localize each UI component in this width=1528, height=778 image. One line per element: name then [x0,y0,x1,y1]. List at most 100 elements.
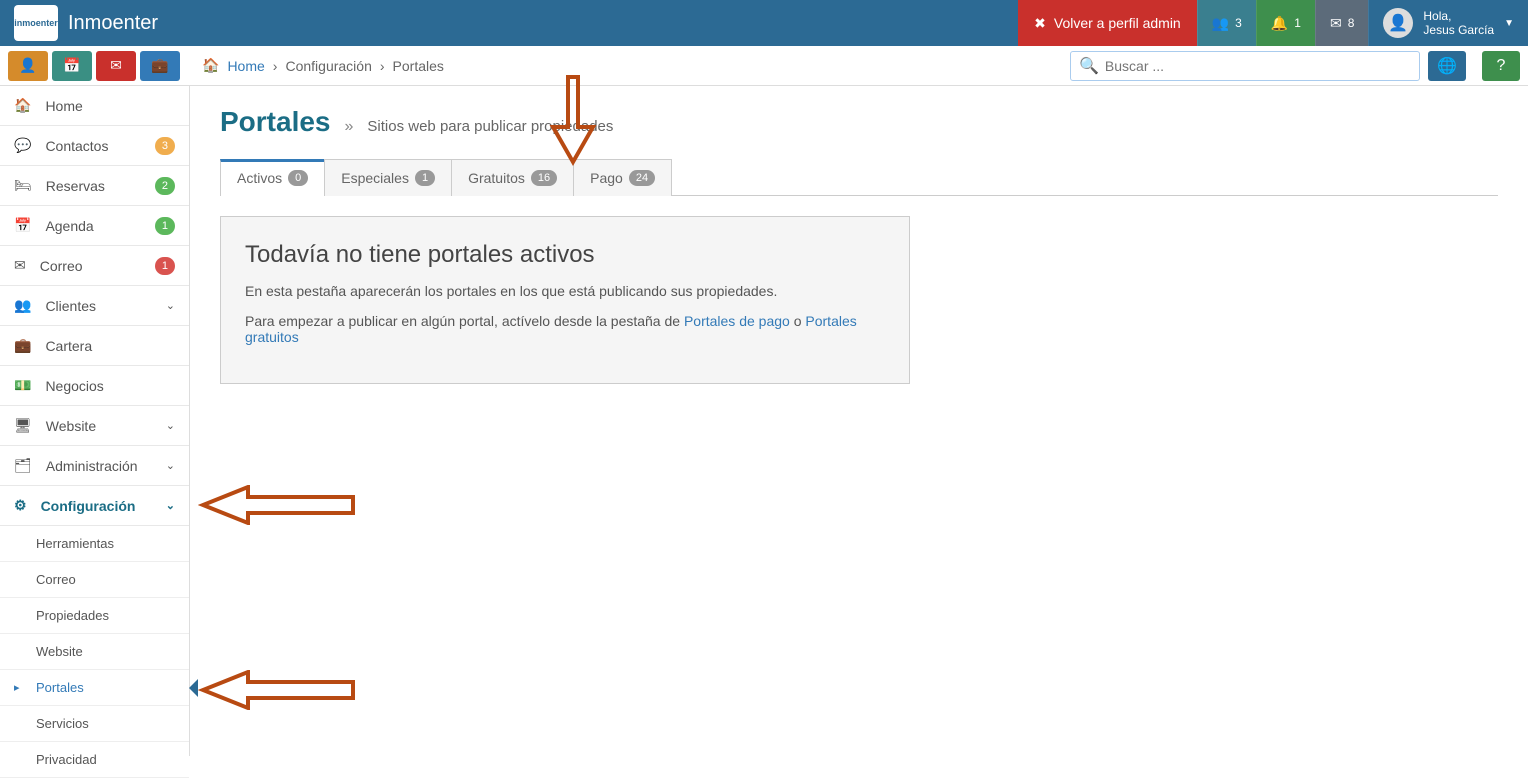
sidebar-item-agenda[interactable]: 📅 Agenda 1 [0,206,189,246]
sidebar-item-correo[interactable]: ✉Correo1 [0,246,189,286]
top-mail-button[interactable]: ✉ 8 [1315,0,1368,46]
users-icon: 👥 [14,297,31,314]
panel-text: Para empezar a publicar en algún portal,… [245,313,684,329]
quick-briefcase-button[interactable]: 💼 [140,51,180,81]
panel-heading: Todavía no tiene portales activos [245,241,885,269]
sidebar-item-contactos[interactable]: 💬 Contactos 3 [0,126,189,166]
envelope-icon: ✉ [110,57,122,74]
sidebar-sub-propiedades[interactable]: Propiedades [0,598,189,634]
envelope-icon: ✉ [14,257,26,274]
tab-count: 16 [531,170,557,186]
envelope-icon: ✉ [1330,15,1342,32]
sidebar-sub-label: Website [36,644,83,659]
sidebar-item-cartera[interactable]: 💼 Cartera [0,326,189,366]
breadcrumb-home[interactable]: Home [227,58,264,74]
sidebar-sub-label: Privacidad [36,752,97,767]
user-greet: Hola, [1423,9,1494,23]
breadcrumb-level1: Configuración [285,58,371,74]
sidebar-sub-label: Propiedades [36,608,109,623]
users-icon: 👥 [1212,15,1229,32]
sidebar-item-label: Clientes [45,298,96,314]
sidebar-sub-label: Herramientas [36,536,114,551]
calendar-icon: 📅 [14,217,31,234]
sidebar-item-negocios[interactable]: 💵 Negocios [0,366,189,406]
sidebar-item-home[interactable]: 🏠 Home [0,86,189,126]
sidebar-item-label: Contactos [45,138,108,154]
cogs-icon: ⚙ [14,497,27,514]
breadcrumb: 🏠 Home › Configuración › Portales [190,57,444,74]
annotation-arrow-left-1 [198,485,358,525]
sidebar-item-reservas[interactable]: 🛏Reservas2 [0,166,189,206]
admin-profile-button[interactable]: ✖ Volver a perfil admin [1018,0,1197,46]
logo[interactable]: inmoenter [14,5,58,41]
panel-line2: Para empezar a publicar en algún portal,… [245,313,885,345]
sidebar-sub-label: Portales [36,680,84,695]
user-plus-icon: 👤 [19,57,36,74]
desktop-icon: 🖥 [14,417,32,434]
money-icon: 💵 [14,377,31,394]
sidebar-item-configuracion[interactable]: ⚙Configuración⌄ [0,486,189,526]
user-menu[interactable]: 👤 Hola, Jesus García ▼ [1368,0,1528,46]
annotation-arrow-left-2 [198,670,358,710]
sidebar-sub-portales[interactable]: Portales [0,670,189,706]
mail-count: 8 [1348,16,1355,30]
globe-button[interactable]: 🌐 [1428,51,1466,81]
breadcrumb-level2: Portales [393,58,444,74]
page-title-row: Portales » Sitios web para publicar prop… [220,106,1498,138]
help-button[interactable]: ? [1482,51,1520,81]
sidebar-item-administracion[interactable]: 🗂Administración⌄ [0,446,189,486]
page-title: Portales [220,106,331,138]
sidebar-sub-privacidad[interactable]: Privacidad [0,742,189,778]
user-name: Jesus García [1423,23,1494,37]
tabs: Activos0 Especiales1 Gratuitos16 Pago24 [220,158,1498,196]
tab-count: 1 [415,170,435,186]
badge: 2 [155,177,175,195]
globe-icon: 🌐 [1437,56,1457,76]
empty-state-panel: Todavía no tiene portales activos En est… [220,216,910,384]
tab-label: Gratuitos [468,170,525,186]
sidebar-item-label: Correo [40,258,83,274]
sidebar-sub-herramientas[interactable]: Herramientas [0,526,189,562]
main-content: Portales » Sitios web para publicar prop… [190,86,1528,756]
briefcase-icon: 💼 [14,337,31,354]
sitemap-icon: 🗂 [14,457,32,474]
quick-calendar-button[interactable]: 📅 [52,51,92,81]
tab-label: Especiales [341,170,409,186]
sidebar-sub-correo[interactable]: Correo [0,562,189,598]
sidebar-item-label: Configuración [41,498,136,514]
sidebar: 🏠 Home 💬 Contactos 3 🛏Reservas2 📅 Agenda 1 ✉ C… [0,86,190,756]
quick-user-button[interactable]: 👤 [8,51,48,81]
sidebar-item-label: Negocios [45,378,103,394]
brand-name: Inmoenter [68,12,158,35]
chevron-right-icon: › [273,58,278,74]
sidebar-sub-servicios[interactable]: Servicios [0,706,189,742]
raquo-icon: » [345,118,354,136]
link-portales-pago[interactable]: Portales de pago [684,313,790,329]
sidebar-item-clientes[interactable]: 👥 Clientes ⌄ [0,286,189,326]
comment-icon: 💬 [14,137,31,154]
quick-mail-button[interactable]: ✉ [96,51,136,81]
search-box[interactable]: 🔍 [1070,51,1420,81]
tab-label: Pago [590,170,623,186]
tab-especiales[interactable]: Especiales 1 [324,159,452,196]
sidebar-item-label: Home [45,98,82,114]
sidebar-item-label: Cartera [45,338,92,354]
badge: 3 [155,137,175,155]
top-notifications-button[interactable]: 🔔 1 [1256,0,1315,46]
search-input[interactable] [1105,58,1411,74]
briefcase-icon: 💼 [151,57,168,74]
sidebar-item-website[interactable]: 🖥Website⌄ [0,406,189,446]
chevron-down-icon: ⌄ [166,299,175,312]
home-icon: 🏠 [14,97,31,114]
chevron-right-icon: › [380,58,385,74]
caret-down-icon: ▼ [1504,18,1514,29]
sidebar-item-label: Agenda [45,218,93,234]
sidebar-sub-website[interactable]: Website [0,634,189,670]
tab-label: Activos [237,170,282,186]
users-count: 3 [1235,16,1242,30]
sidebar-item-label: Website [46,418,96,434]
top-users-button[interactable]: 👥 3 [1197,0,1256,46]
tab-activos[interactable]: Activos0 [220,159,325,196]
close-icon: ✖ [1034,15,1046,32]
badge: 1 [155,217,175,235]
